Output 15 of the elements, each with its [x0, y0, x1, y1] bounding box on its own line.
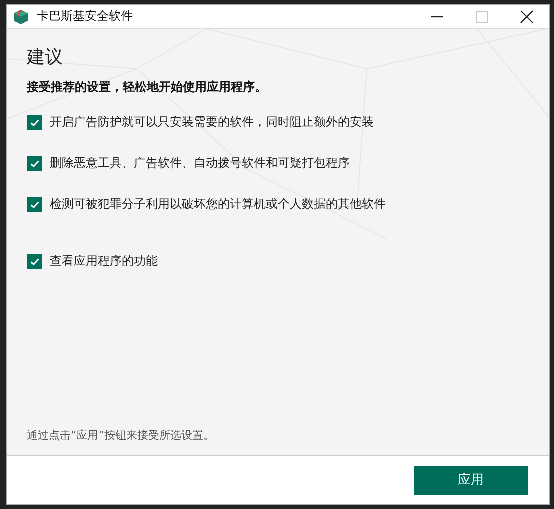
apply-button[interactable]: 应用 [414, 466, 528, 494]
window-title: 卡巴斯基安全软件 [37, 8, 133, 25]
option-label: 查看应用程序的功能 [50, 253, 158, 270]
option-label: 检测可被犯罪分子利用以破坏您的计算机或个人数据的其他软件 [50, 196, 386, 213]
checkbox[interactable] [27, 156, 42, 171]
checkbox[interactable] [27, 254, 42, 269]
app-logo-icon [13, 8, 29, 24]
option-label: 开启广告防护就可以只安装需要的软件，同时阻止额外的安装 [50, 114, 374, 131]
option-label: 删除恶意工具、广告软件、自动拨号软件和可疑打包程序 [50, 155, 350, 172]
hint-text: 通过点击“应用”按钮来接受所选设置。 [27, 428, 214, 443]
subheading: 接受推荐的设置，轻松地开始使用应用程序。 [27, 79, 267, 96]
close-icon[interactable] [519, 8, 535, 24]
checkbox[interactable] [27, 115, 42, 130]
heading: 建议 [27, 46, 64, 69]
checkbox[interactable] [27, 197, 42, 212]
